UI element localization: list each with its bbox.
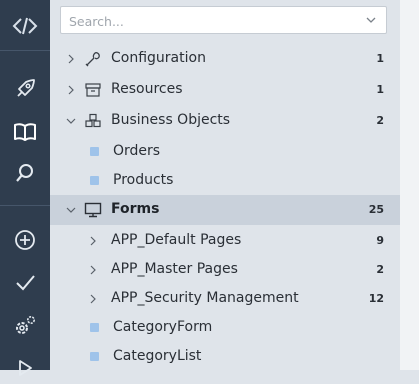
tree-item-app-master-pages[interactable]: APP_Master Pages 2 — [50, 256, 400, 284]
tree-item-label: Resources — [111, 81, 183, 97]
tree-item-label: APP_Master Pages — [111, 261, 238, 277]
chevron-down-icon[interactable] — [66, 205, 76, 215]
tree-item-label: APP_Security Management — [111, 290, 299, 306]
chevron-right-icon[interactable] — [88, 265, 98, 275]
tree-item-forms[interactable]: Forms 25 — [50, 195, 400, 225]
tree-item-label: Orders — [113, 143, 161, 159]
search-box[interactable] — [60, 6, 387, 34]
leaf-square-icon — [90, 147, 99, 156]
tree-item-label: Products — [113, 172, 174, 188]
tree-item-configuration[interactable]: Configuration 1 — [50, 45, 400, 73]
scrollbar-track[interactable] — [400, 0, 419, 370]
chevron-right-icon[interactable] — [88, 294, 98, 304]
item-count: 12 — [368, 292, 384, 305]
chevron-right-icon[interactable] — [66, 54, 76, 64]
settings-icon[interactable] — [0, 310, 50, 342]
tree-item-app-default-pages[interactable]: APP_Default Pages 9 — [50, 227, 400, 255]
tree-item-business-objects[interactable]: Business Objects 2 — [50, 107, 400, 135]
chevron-right-icon[interactable] — [66, 85, 76, 95]
add-icon[interactable] — [0, 224, 50, 256]
tree-item-label: APP_Default Pages — [111, 232, 242, 248]
item-count: 25 — [368, 203, 384, 216]
check-icon[interactable] — [0, 266, 50, 298]
book-icon[interactable] — [0, 116, 50, 148]
chevron-down-icon[interactable] — [366, 16, 376, 24]
tree-item-label: CategoryList — [113, 348, 202, 364]
explorer-panel: Configuration 1 Resources 1 Business Obj… — [50, 0, 400, 370]
chevron-down-icon[interactable] — [66, 116, 76, 126]
tree-item-label: Forms — [111, 201, 160, 217]
tree-item-label: Business Objects — [111, 112, 231, 128]
monitor-icon — [84, 202, 102, 218]
archive-box-icon — [85, 83, 101, 97]
run-icon[interactable] — [0, 352, 50, 384]
rail-divider — [0, 50, 50, 51]
item-count: 9 — [376, 234, 384, 247]
rocket-icon[interactable] — [0, 73, 50, 105]
search-icon[interactable] — [0, 157, 50, 189]
item-count: 1 — [376, 52, 384, 65]
tree-item-orders[interactable]: Orders — [50, 138, 400, 166]
chevron-right-icon[interactable] — [88, 236, 98, 246]
leaf-square-icon — [90, 176, 99, 185]
tree-item-label: CategoryForm — [113, 319, 213, 335]
tree-item-resources[interactable]: Resources 1 — [50, 76, 400, 104]
cubes-icon — [85, 113, 101, 128]
leaf-square-icon — [90, 352, 99, 361]
rail-divider — [0, 205, 50, 206]
tree-item-categoryform[interactable]: CategoryForm — [50, 314, 400, 342]
logo-icon[interactable] — [0, 10, 50, 42]
item-count: 2 — [376, 114, 384, 127]
tree-item-categorylist[interactable]: CategoryList — [50, 343, 400, 371]
tree-item-label: Configuration — [111, 50, 206, 66]
search-input[interactable] — [67, 10, 351, 32]
leaf-square-icon — [90, 323, 99, 332]
item-count: 1 — [376, 83, 384, 96]
tree-item-products[interactable]: Products — [50, 167, 400, 195]
item-count: 2 — [376, 263, 384, 276]
wrench-icon — [85, 52, 100, 67]
side-rail — [0, 0, 50, 376]
tree-item-app-security-management[interactable]: APP_Security Management 12 — [50, 285, 400, 313]
